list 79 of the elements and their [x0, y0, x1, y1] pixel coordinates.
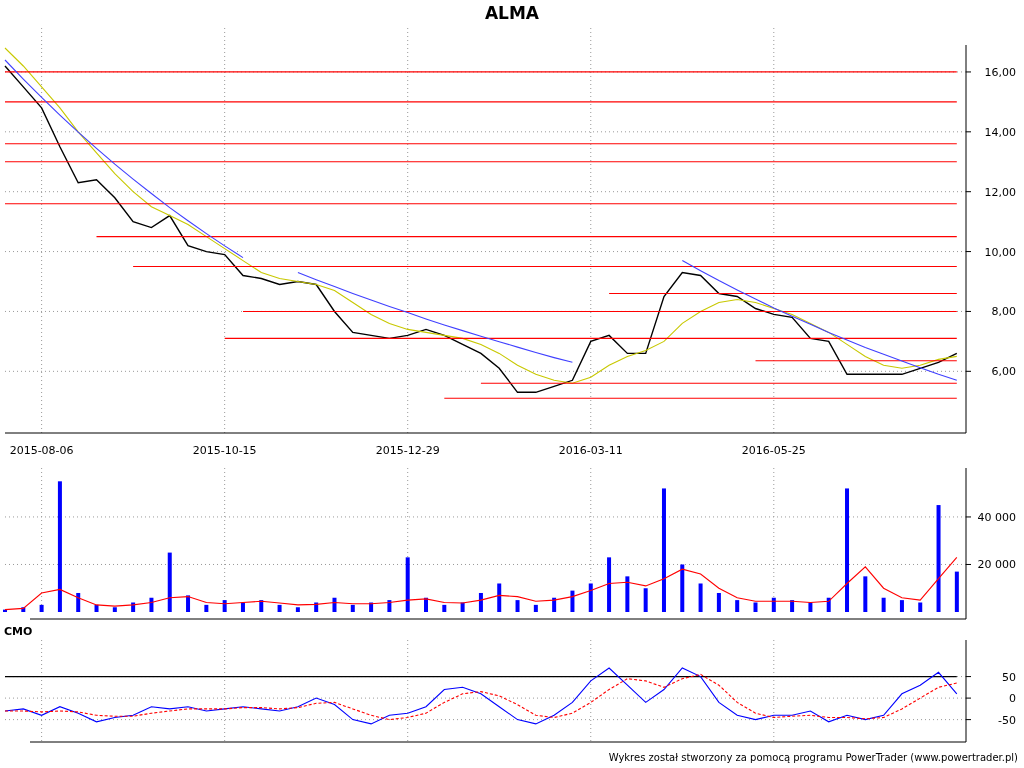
volume-bar — [76, 593, 81, 612]
axis-label: 10,00 — [984, 245, 1016, 259]
tick-mark — [965, 564, 972, 565]
volume-bar — [863, 576, 868, 612]
volume-bar — [881, 597, 886, 612]
volume-bar — [552, 597, 557, 612]
axis-label: 20 000 — [977, 558, 1016, 572]
axis-label: 14,00 — [984, 125, 1016, 139]
tick-mark — [965, 697, 972, 699]
footer-text: Wykres został stworzony za pomocą programu PowerTrader (www.powertrader.pl) — [608, 751, 1019, 765]
axis-label: -50 — [998, 713, 1016, 727]
volume-bar — [295, 607, 300, 612]
tick-mark — [965, 370, 972, 372]
volume-bar — [497, 583, 502, 612]
volume-bar — [790, 600, 795, 612]
tick-mark — [965, 516, 972, 518]
volume-bar — [332, 597, 337, 612]
volume-bar — [735, 600, 740, 612]
date-label: 2015-10-15 — [192, 444, 257, 457]
tick-mark — [965, 251, 972, 253]
date-label: 2016-03-11 — [558, 444, 623, 457]
volume-bar — [369, 602, 374, 612]
volume-bar — [3, 609, 7, 612]
axis-label: 0 — [1009, 692, 1016, 706]
volume-bar — [387, 600, 392, 612]
volume-bar — [350, 604, 355, 612]
volume-bar — [240, 602, 245, 612]
volume-bar — [680, 564, 685, 612]
volume-bar — [21, 607, 26, 612]
volume-bar — [643, 588, 648, 612]
volume-bar — [186, 595, 191, 612]
volume-bar — [570, 590, 575, 612]
volume-bar — [607, 557, 612, 612]
volume-bar — [625, 576, 630, 612]
tick-mark — [965, 310, 972, 312]
axis-label: 16,00 — [984, 65, 1016, 79]
volume-bar — [826, 597, 831, 612]
volume-bar — [753, 602, 758, 612]
date-label: 2015-12-29 — [375, 444, 440, 457]
volume-bar — [918, 602, 923, 612]
volume-bar — [954, 571, 959, 612]
volume-bar — [771, 597, 776, 612]
tick-mark — [965, 719, 972, 721]
volume-bar — [405, 557, 410, 612]
axis-label: 12,00 — [984, 185, 1016, 199]
volume-bar — [167, 552, 172, 612]
axis-label: 40 000 — [977, 510, 1016, 524]
volume-bar — [899, 600, 904, 612]
volume-bar — [424, 597, 428, 612]
volume-bar — [460, 602, 465, 612]
volume-bar — [442, 604, 447, 612]
volume-bar — [277, 604, 282, 612]
volume-bar — [515, 600, 520, 612]
tick-mark — [965, 131, 972, 133]
volume-bar — [131, 602, 136, 612]
panel-label: CMO — [3, 624, 33, 640]
axis-label: 6,00 — [991, 365, 1016, 379]
volume-bar — [259, 600, 264, 612]
volume-bar — [808, 602, 813, 612]
date-label: 2015-08-06 — [9, 444, 74, 457]
date-label: 2016-05-25 — [741, 444, 806, 457]
volume-bar — [716, 593, 721, 612]
volume-bar — [314, 602, 319, 612]
tick-mark — [965, 676, 972, 678]
volume-bar — [149, 597, 154, 612]
axis-label: 8,00 — [991, 305, 1016, 319]
axis-label: 50 — [1002, 670, 1016, 684]
volume-bar — [698, 583, 703, 612]
chart-title: ALMA — [483, 2, 541, 25]
volume-bar — [588, 583, 593, 612]
volume-bar — [204, 604, 209, 612]
volume-bar — [222, 600, 227, 612]
volume-bar — [478, 593, 483, 612]
volume-bar — [94, 604, 99, 612]
tick-mark — [965, 71, 972, 73]
volume-bar — [39, 604, 44, 612]
volume-bar — [112, 607, 117, 612]
volume-bar — [533, 604, 538, 612]
tick-mark — [965, 191, 972, 193]
